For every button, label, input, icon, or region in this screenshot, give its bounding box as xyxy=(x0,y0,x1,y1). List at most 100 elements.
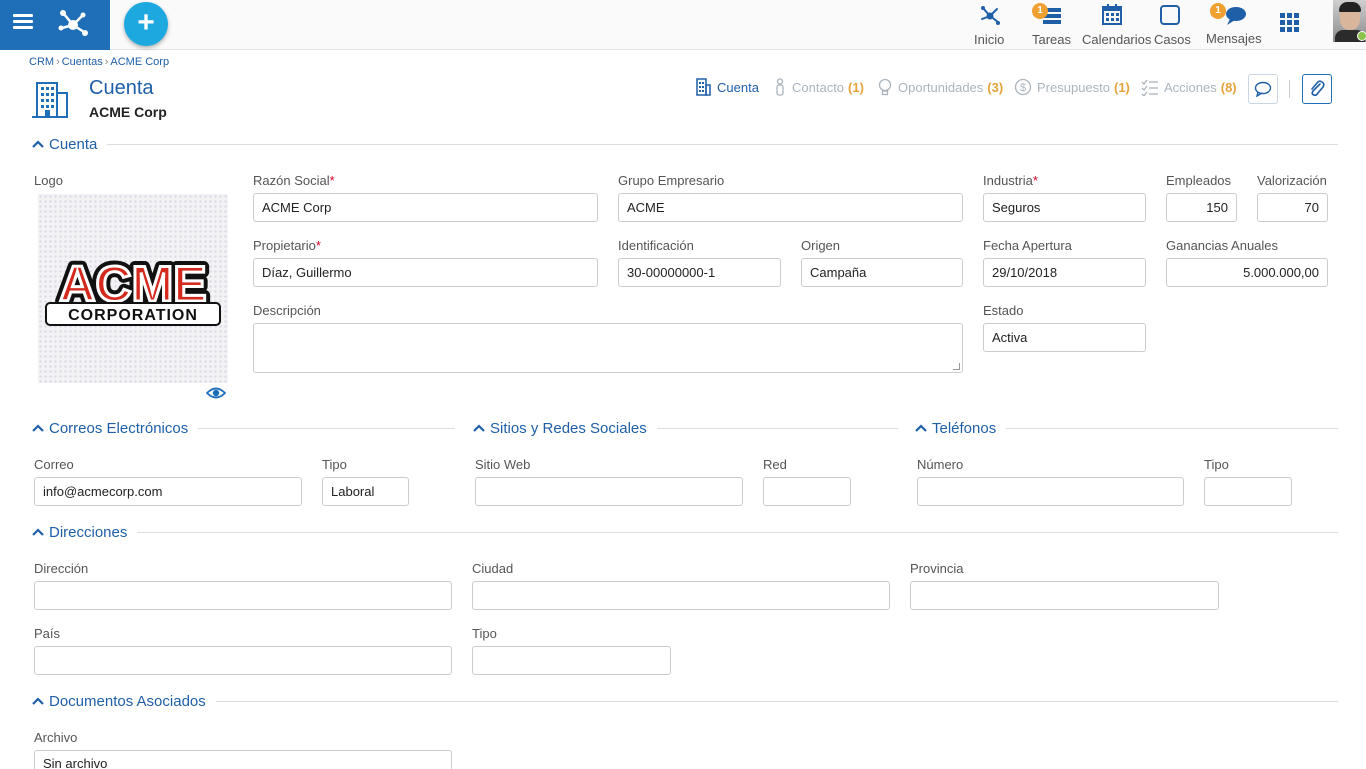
person-icon xyxy=(776,78,784,96)
nav-calendarios[interactable]: Calendarios xyxy=(1082,3,1151,47)
pais-field[interactable] xyxy=(34,646,452,675)
nav-inicio[interactable]: Inicio xyxy=(974,3,1006,47)
tab-contacto-count: (1) xyxy=(848,79,864,95)
section-telefonos-title: Teléfonos xyxy=(932,419,997,437)
dollar-coin-icon: $ xyxy=(1014,78,1032,96)
archivo-field[interactable]: Sin archivo xyxy=(34,750,452,769)
tab-acciones-count: (8) xyxy=(1220,79,1237,95)
fecha-apertura-field[interactable]: 29/10/2018 xyxy=(983,258,1146,287)
numero-field[interactable] xyxy=(917,477,1184,506)
estado-field[interactable]: Activa xyxy=(983,323,1146,352)
online-status-indicator xyxy=(1357,31,1366,41)
speech-bubble-icon xyxy=(1254,81,1272,97)
ganancias-field[interactable]: 5.000.000,00 xyxy=(1166,258,1328,287)
nav-tareas[interactable]: Tareas 1 xyxy=(1032,3,1071,47)
chevron-up-icon xyxy=(32,697,44,705)
telefono-tipo-field[interactable] xyxy=(1204,477,1292,506)
svg-text:$: $ xyxy=(1020,82,1026,94)
attachments-button[interactable] xyxy=(1302,74,1332,104)
page-subtitle: ACME Corp xyxy=(89,104,167,120)
brand-area xyxy=(0,0,110,50)
nav-casos-label: Casos xyxy=(1154,32,1191,47)
red-label: Red xyxy=(763,457,787,472)
tab-acciones[interactable]: Acciones (8) xyxy=(1141,78,1237,96)
breadcrumb-crm[interactable]: CRM xyxy=(29,56,54,68)
pais-label: País xyxy=(34,626,61,641)
section-correos-title: Correos Electrónicos xyxy=(49,419,189,437)
direccion-tipo-field[interactable] xyxy=(472,646,671,675)
fecha-apertura-label: Fecha Apertura xyxy=(983,238,1072,253)
propietario-field[interactable]: Díaz, Guillermo xyxy=(253,258,598,287)
identificacion-label: Identificación xyxy=(618,238,694,253)
section-telefonos[interactable]: Teléfonos xyxy=(912,418,1338,438)
correo-tipo-field[interactable]: Laboral xyxy=(322,477,409,506)
industria-field[interactable]: Seguros xyxy=(983,193,1146,222)
descripcion-textarea[interactable] xyxy=(253,323,963,373)
nav-inicio-label: Inicio xyxy=(974,32,1005,47)
nav-mensajes[interactable]: Mensajes 1 xyxy=(1206,3,1262,46)
page-title: Cuenta xyxy=(89,77,154,99)
descripcion-label: Descripción xyxy=(253,303,321,318)
direccion-label: Dirección xyxy=(34,561,89,576)
chevron-up-icon xyxy=(32,424,44,432)
nav-calendarios-label: Calendarios xyxy=(1082,32,1152,47)
correo-field[interactable]: info@acmecorp.com xyxy=(34,477,302,506)
tab-presupuesto[interactable]: $ Presupuesto (1) xyxy=(1014,78,1130,96)
breadcrumb-current: ACME Corp xyxy=(110,56,170,68)
eye-icon[interactable] xyxy=(206,385,226,401)
red-field[interactable] xyxy=(763,477,851,506)
nav-mensajes-label: Mensajes xyxy=(1206,31,1262,46)
section-documentos[interactable]: Documentos Asociados xyxy=(29,691,1338,711)
app-logo-icon[interactable] xyxy=(56,6,90,40)
tab-oportunidades[interactable]: Oportunidades (3) xyxy=(877,78,1003,96)
logo-label: Logo xyxy=(34,173,63,188)
acme-logo-icon: ACME ACME CORPORATION xyxy=(45,251,221,326)
tab-cuenta[interactable]: Cuenta xyxy=(694,78,759,96)
direccion-field[interactable] xyxy=(34,581,452,610)
ciudad-field[interactable] xyxy=(472,581,890,610)
ganancias-label: Ganancias Anuales xyxy=(1166,238,1279,253)
comments-button[interactable] xyxy=(1248,74,1278,104)
razon-social-label: Razón Social* xyxy=(253,173,335,188)
tareas-badge: 1 xyxy=(1032,3,1048,19)
breadcrumb-cuentas[interactable]: Cuentas xyxy=(62,56,103,68)
nav-tareas-label: Tareas xyxy=(1032,32,1072,47)
nav-casos[interactable]: Casos xyxy=(1154,3,1191,47)
section-cuenta-title: Cuenta xyxy=(49,135,98,153)
add-new-button[interactable]: + xyxy=(124,2,168,46)
chevron-up-icon xyxy=(473,424,485,432)
calendar-icon xyxy=(1102,4,1122,25)
ciudad-label: Ciudad xyxy=(472,561,514,576)
section-correos[interactable]: Correos Electrónicos xyxy=(29,418,455,438)
tab-contacto-label: Contacto xyxy=(792,79,845,95)
toolbar-divider xyxy=(1289,80,1290,98)
section-sitios-title: Sitios y Redes Sociales xyxy=(490,419,647,437)
section-documentos-title: Documentos Asociados xyxy=(49,692,206,710)
building-icon xyxy=(32,82,68,118)
origen-field[interactable]: Campaña xyxy=(801,258,963,287)
tab-acciones-label: Acciones xyxy=(1164,79,1217,95)
tab-oportunidades-count: (3) xyxy=(987,79,1004,95)
section-direcciones[interactable]: Direcciones xyxy=(29,522,1338,542)
section-sitios[interactable]: Sitios y Redes Sociales xyxy=(470,418,898,438)
apps-grid-icon[interactable] xyxy=(1280,13,1300,33)
section-direcciones-title: Direcciones xyxy=(49,523,128,541)
provincia-label: Provincia xyxy=(910,561,964,576)
empleados-field[interactable]: 150 xyxy=(1166,193,1237,222)
section-cuenta[interactable]: Cuenta xyxy=(29,134,1338,154)
grupo-empresario-field[interactable]: ACME xyxy=(618,193,963,222)
correo-tipo-label: Tipo xyxy=(322,457,347,472)
sitio-web-field[interactable] xyxy=(475,477,743,506)
tab-oportunidades-label: Oportunidades xyxy=(898,79,984,95)
account-logo-image: ACME ACME CORPORATION xyxy=(38,194,228,383)
origen-label: Origen xyxy=(801,238,841,253)
razon-social-field[interactable]: ACME Corp xyxy=(253,193,598,222)
cases-icon xyxy=(1160,5,1180,25)
chevron-up-icon xyxy=(32,140,44,148)
identificacion-field[interactable]: 30-00000000-1 xyxy=(618,258,781,287)
provincia-field[interactable] xyxy=(910,581,1219,610)
hub-icon xyxy=(981,6,1000,25)
tab-contacto[interactable]: Contacto (1) xyxy=(773,78,864,96)
valorizacion-field[interactable]: 70 xyxy=(1257,193,1328,222)
hamburger-menu-icon[interactable] xyxy=(13,14,33,30)
